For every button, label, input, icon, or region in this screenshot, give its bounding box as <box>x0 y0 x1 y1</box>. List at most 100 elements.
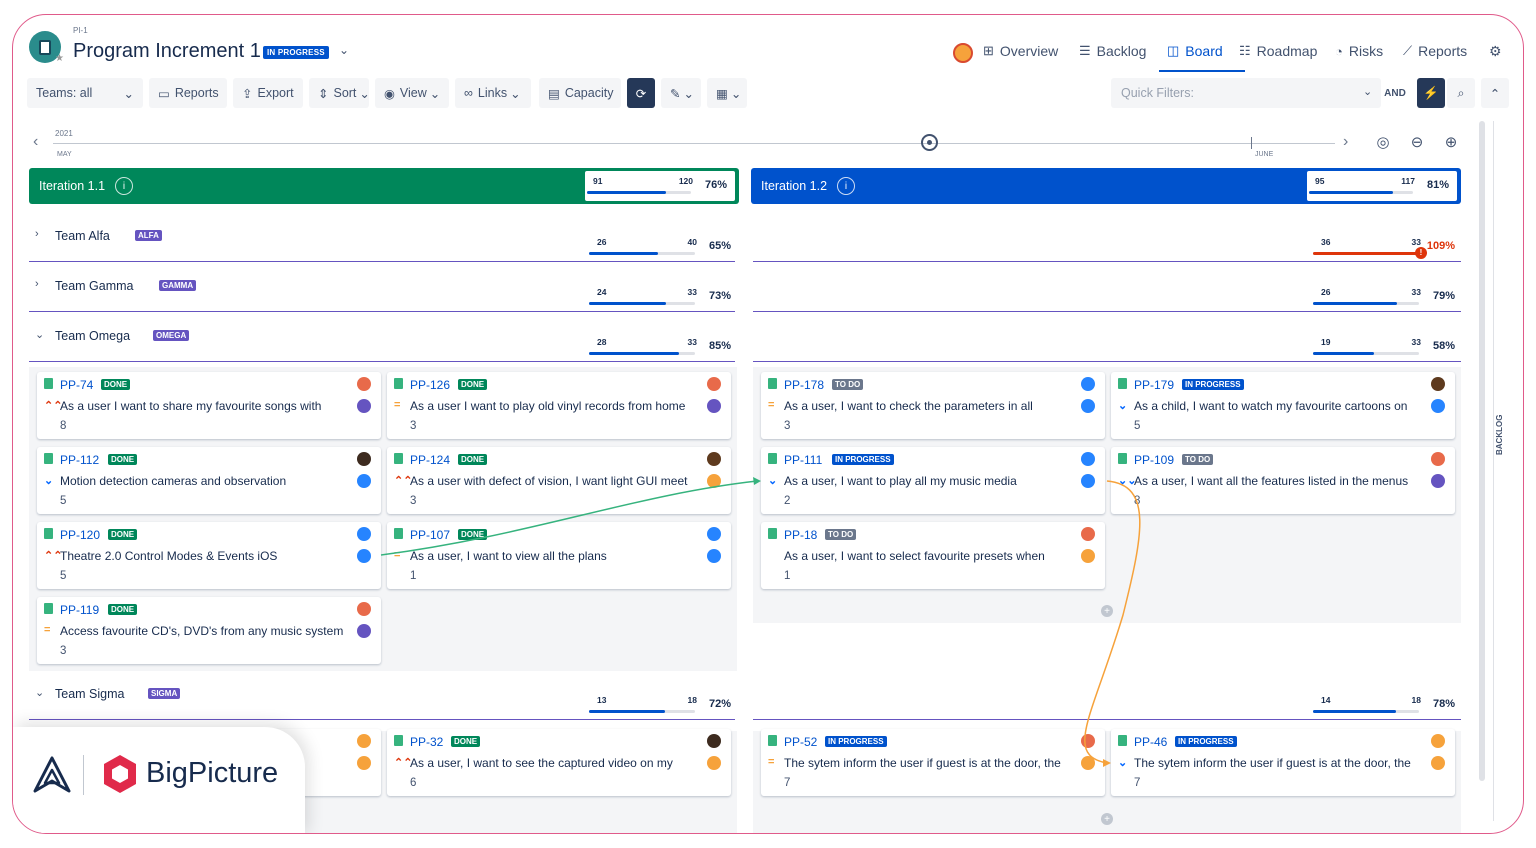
export-button[interactable]: ⇪ Export <box>233 78 303 108</box>
settings-gear-icon[interactable]: ⚙ <box>1489 43 1502 60</box>
issue-key[interactable]: PP-112 <box>60 453 99 467</box>
issue-key[interactable]: PP-120 <box>60 528 100 542</box>
chevron-down-icon[interactable]: ⌄ <box>339 43 349 57</box>
issue-card[interactable]: PP-109 TO DO ⌄⌄ As a user, I want all the f… <box>1111 447 1455 514</box>
issue-card[interactable]: PP-74 DONE ⌃⌃ As a user I want to share my … <box>37 372 381 439</box>
avatar[interactable] <box>953 43 973 63</box>
assignee-avatar[interactable] <box>357 377 371 391</box>
timeline-track[interactable] <box>53 143 1335 144</box>
assignee-avatar[interactable] <box>1431 734 1445 748</box>
sort-button[interactable]: ⇕ Sort ⌄ <box>309 78 370 108</box>
view-button[interactable]: ◉ View ⌄ <box>375 78 449 108</box>
and-toggle[interactable]: AND <box>1379 78 1411 108</box>
tab-overview[interactable]: ⊞ Overview <box>983 43 1058 59</box>
issue-key[interactable]: PP-18 <box>784 528 817 542</box>
issue-key[interactable]: PP-126 <box>410 378 450 392</box>
sync-button[interactable]: ⟳ <box>627 78 655 108</box>
tab-board[interactable]: ◫ Board <box>1167 43 1223 59</box>
issue-card[interactable]: PP-120 DONE ⌃⌃ Theatre 2.0 Control Modes & … <box>37 522 381 589</box>
tab-backlog[interactable]: ☰ Backlog <box>1079 43 1146 59</box>
reporter-avatar[interactable] <box>357 624 371 638</box>
collapse-button[interactable]: ⌃ <box>1481 78 1509 108</box>
reporter-avatar[interactable] <box>707 474 721 488</box>
search-button[interactable]: ⌕ <box>1447 78 1475 108</box>
reporter-avatar[interactable] <box>1081 474 1095 488</box>
issue-key[interactable]: PP-46 <box>1134 735 1167 749</box>
issue-card[interactable]: PP-119 DONE = Access favourite CD's, DVD's … <box>37 597 381 664</box>
add-card-icon[interactable]: + <box>1101 605 1113 617</box>
assignee-avatar[interactable] <box>357 734 371 748</box>
info-icon[interactable]: i <box>837 177 855 195</box>
quick-filters-input[interactable]: Quick Filters: <box>1111 78 1381 108</box>
assignee-avatar[interactable] <box>1081 734 1095 748</box>
issue-card[interactable]: PP-126 DONE = As a user I want to play old … <box>387 372 731 439</box>
assignee-avatar[interactable] <box>1081 377 1095 391</box>
issue-card[interactable]: PP-32 DONE ⌃⌃ As a user, I want to see the … <box>387 729 731 796</box>
assignee-avatar[interactable] <box>357 602 371 616</box>
issue-card[interactable]: PP-124 DONE ⌃⌃ As a user with defect of vis… <box>387 447 731 514</box>
tab-risks[interactable]: ◔ Risks <box>1335 43 1383 59</box>
issue-card[interactable]: PP-52 IN PROGRESS = The sytem inform the us… <box>761 729 1105 796</box>
reporter-avatar[interactable] <box>357 474 371 488</box>
reporter-avatar[interactable] <box>707 549 721 563</box>
chevron-right-icon[interactable]: › <box>35 228 39 240</box>
vertical-scrollbar[interactable] <box>1479 121 1485 781</box>
assignee-avatar[interactable] <box>1081 452 1095 466</box>
lightning-button[interactable]: ⚡ <box>1417 78 1445 108</box>
reporter-avatar[interactable] <box>707 756 721 770</box>
issue-card[interactable]: PP-179 IN PROGRESS ⌄ As a child, I want to … <box>1111 372 1455 439</box>
assignee-avatar[interactable] <box>707 734 721 748</box>
reporter-avatar[interactable] <box>1081 756 1095 770</box>
star-icon[interactable]: ★ <box>55 53 64 64</box>
card-layout-button[interactable]: ▦ ⌄ <box>707 78 747 108</box>
issue-card[interactable]: PP-178 TO DO = As a user, I want to check t… <box>761 372 1105 439</box>
timeline-now-marker-icon[interactable] <box>921 134 938 151</box>
assignee-avatar[interactable] <box>707 527 721 541</box>
tools-button[interactable]: ✎ ⌄ <box>661 78 701 108</box>
reporter-avatar[interactable] <box>357 399 371 413</box>
tab-reports[interactable]: ⟋ Reports <box>1403 43 1467 59</box>
issue-key[interactable]: PP-52 <box>784 735 817 749</box>
reporter-avatar[interactable] <box>357 549 371 563</box>
info-icon[interactable]: i <box>115 177 133 195</box>
chevron-right-icon[interactable]: › <box>35 278 39 290</box>
iteration-header[interactable]: Iteration 1.1 i 91 120 76% <box>29 168 739 204</box>
reporter-avatar[interactable] <box>357 756 371 770</box>
teams-select[interactable]: Teams: all ⌄ <box>27 78 143 108</box>
assignee-avatar[interactable] <box>1431 377 1445 391</box>
zoom-in-icon[interactable]: ⊕ <box>1437 128 1465 156</box>
assignee-avatar[interactable] <box>707 452 721 466</box>
issue-card[interactable]: PP-18 TO DO As a user, I want to select fa… <box>761 522 1105 589</box>
issue-key[interactable]: PP-32 <box>410 735 443 749</box>
issue-key[interactable]: PP-179 <box>1134 378 1174 392</box>
add-card-icon[interactable]: + <box>1101 813 1113 825</box>
timeline-next-icon[interactable]: › <box>1343 133 1348 151</box>
issue-card[interactable]: PP-112 DONE ⌄ Motion detection cameras and … <box>37 447 381 514</box>
chevron-down-icon[interactable]: ⌄ <box>35 328 44 341</box>
assignee-avatar[interactable] <box>357 452 371 466</box>
issue-card[interactable]: PP-46 IN PROGRESS ⌄ The sytem inform the us… <box>1111 729 1455 796</box>
issue-key[interactable]: PP-109 <box>1134 453 1174 467</box>
target-icon[interactable]: ◎ <box>1369 128 1397 156</box>
issue-card[interactable]: PP-111 IN PROGRESS ⌄ As a user, I want to p… <box>761 447 1105 514</box>
capacity-button[interactable]: ▤ Capacity <box>539 78 621 108</box>
issue-key[interactable]: PP-119 <box>60 603 99 617</box>
timeline-prev-icon[interactable]: ‹ <box>33 133 38 151</box>
issue-key[interactable]: PP-74 <box>60 378 93 392</box>
issue-card[interactable]: PP-107 DONE = As a user, I want to view all… <box>387 522 731 589</box>
reporter-avatar[interactable] <box>1431 756 1445 770</box>
reporter-avatar[interactable] <box>1431 474 1445 488</box>
reporter-avatar[interactable] <box>1081 399 1095 413</box>
issue-key[interactable]: PP-107 <box>410 528 450 542</box>
links-button[interactable]: ∞ Links ⌄ <box>455 78 531 108</box>
assignee-avatar[interactable] <box>1431 452 1445 466</box>
issue-key[interactable]: PP-178 <box>784 378 824 392</box>
reports-button[interactable]: ▭ Reports <box>149 78 227 108</box>
zoom-out-icon[interactable]: ⊖ <box>1403 128 1431 156</box>
assignee-avatar[interactable] <box>707 377 721 391</box>
reporter-avatar[interactable] <box>1081 549 1095 563</box>
chevron-down-icon[interactable]: ⌄ <box>1363 85 1372 98</box>
reporter-avatar[interactable] <box>1431 399 1445 413</box>
issue-key[interactable]: PP-111 <box>784 453 822 467</box>
assignee-avatar[interactable] <box>357 527 371 541</box>
